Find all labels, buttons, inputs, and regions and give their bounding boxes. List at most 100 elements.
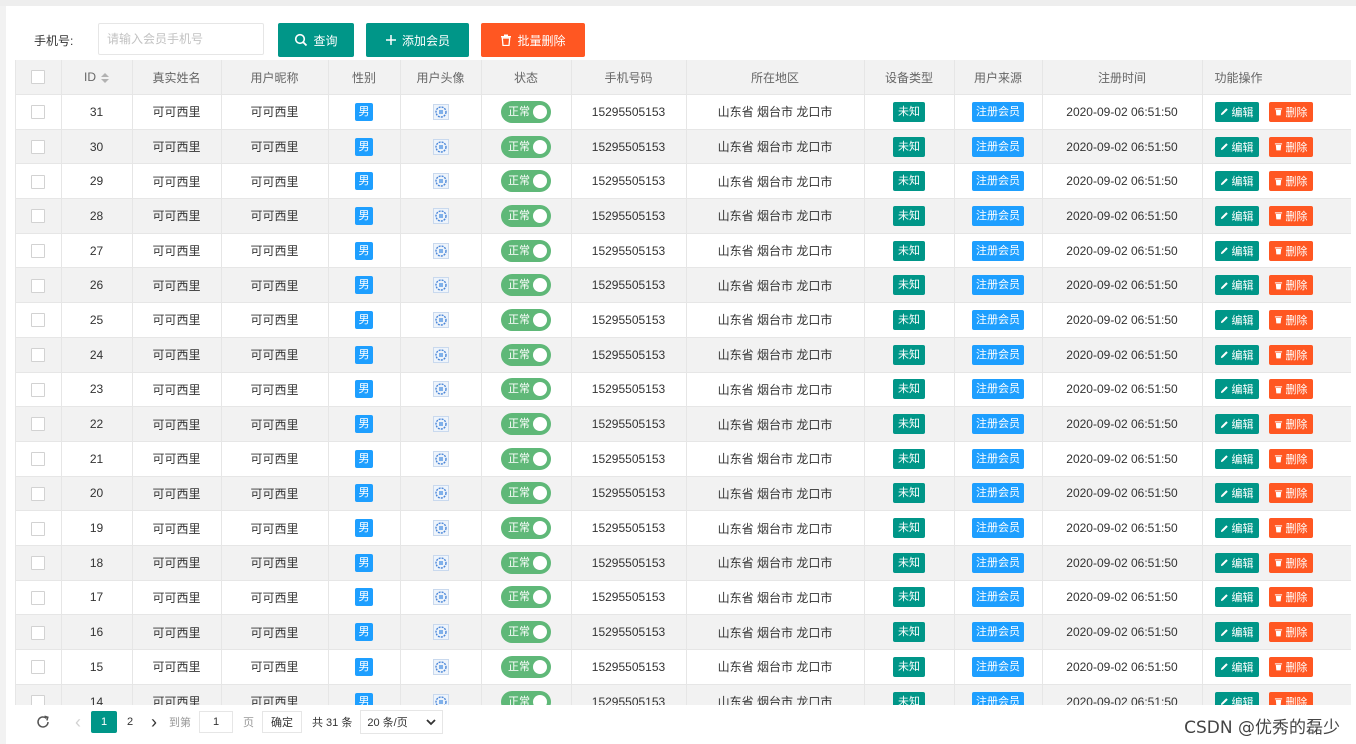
status-toggle[interactable]: 正常	[501, 551, 551, 574]
row-select-cell[interactable]	[16, 545, 62, 581]
row-checkbox[interactable]	[31, 417, 46, 432]
status-toggle[interactable]: 正常	[501, 447, 551, 470]
header-id[interactable]: ID	[61, 60, 133, 95]
status-toggle[interactable]: 正常	[501, 135, 551, 158]
batch-delete-button[interactable]: 批量删除	[481, 23, 585, 57]
row-select-cell[interactable]	[16, 476, 62, 512]
prev-page-button[interactable]: ‹	[71, 712, 85, 732]
row-checkbox[interactable]	[31, 486, 46, 501]
select-all-cell[interactable]	[16, 60, 62, 95]
delete-button[interactable]: 删除	[1268, 171, 1313, 192]
select-all-checkbox[interactable]	[31, 70, 46, 85]
delete-button[interactable]: 删除	[1268, 240, 1313, 261]
delete-button[interactable]: 删除	[1268, 552, 1313, 573]
row-select-cell[interactable]	[16, 337, 62, 373]
edit-button[interactable]: 编辑	[1214, 171, 1259, 192]
page-2-button[interactable]: 2	[117, 711, 143, 733]
status-toggle[interactable]: 正常	[501, 413, 551, 436]
goto-page-input[interactable]	[199, 711, 233, 733]
status-toggle[interactable]: 正常	[501, 690, 551, 705]
status-toggle[interactable]: 正常	[501, 482, 551, 505]
row-checkbox[interactable]	[31, 139, 46, 154]
sort-icon[interactable]	[101, 72, 109, 83]
row-checkbox[interactable]	[31, 382, 46, 397]
row-select-cell[interactable]	[16, 684, 62, 705]
edit-button[interactable]: 编辑	[1214, 691, 1259, 705]
status-toggle[interactable]: 正常	[501, 586, 551, 609]
delete-button[interactable]: 删除	[1268, 518, 1313, 539]
row-select-cell[interactable]	[16, 406, 62, 442]
delete-button[interactable]: 删除	[1268, 275, 1313, 296]
phone-search-input[interactable]	[98, 23, 264, 55]
delete-button[interactable]: 删除	[1268, 622, 1313, 643]
edit-button[interactable]: 编辑	[1214, 379, 1259, 400]
status-toggle[interactable]: 正常	[501, 655, 551, 678]
delete-button[interactable]: 删除	[1268, 691, 1313, 705]
row-checkbox[interactable]	[31, 625, 46, 640]
row-select-cell[interactable]	[16, 302, 62, 338]
search-button[interactable]: 查询	[278, 23, 354, 57]
row-select-cell[interactable]	[16, 267, 62, 304]
delete-button[interactable]: 删除	[1268, 448, 1313, 469]
status-toggle[interactable]: 正常	[501, 621, 551, 644]
delete-button[interactable]: 删除	[1268, 309, 1313, 330]
row-checkbox[interactable]	[31, 209, 46, 224]
edit-button[interactable]: 编辑	[1214, 656, 1259, 677]
row-select-cell[interactable]	[16, 510, 62, 546]
row-checkbox[interactable]	[31, 313, 46, 328]
per-page-select[interactable]: 20 条/页	[360, 710, 443, 734]
next-page-button[interactable]: ›	[147, 712, 161, 732]
status-toggle[interactable]: 正常	[501, 204, 551, 227]
goto-confirm-button[interactable]: 确定	[262, 711, 302, 733]
edit-button[interactable]: 编辑	[1214, 587, 1259, 608]
status-toggle[interactable]: 正常	[501, 517, 551, 540]
row-select-cell[interactable]	[16, 649, 62, 685]
edit-button[interactable]: 编辑	[1214, 101, 1259, 122]
delete-button[interactable]: 删除	[1268, 101, 1313, 122]
page-1-button[interactable]: 1	[91, 711, 117, 733]
row-checkbox[interactable]	[31, 521, 46, 536]
refresh-button[interactable]	[33, 712, 53, 732]
edit-button[interactable]: 编辑	[1214, 309, 1259, 330]
delete-button[interactable]: 删除	[1268, 587, 1313, 608]
row-select-cell[interactable]	[16, 94, 62, 130]
delete-button[interactable]: 删除	[1268, 656, 1313, 677]
row-checkbox[interactable]	[31, 660, 46, 675]
row-checkbox[interactable]	[31, 105, 46, 120]
edit-button[interactable]: 编辑	[1214, 240, 1259, 261]
row-select-cell[interactable]	[16, 198, 62, 234]
row-checkbox[interactable]	[31, 278, 46, 293]
row-checkbox[interactable]	[31, 452, 46, 467]
delete-button[interactable]: 删除	[1268, 344, 1313, 365]
status-toggle[interactable]: 正常	[501, 239, 551, 262]
row-checkbox[interactable]	[31, 556, 46, 571]
delete-button[interactable]: 删除	[1268, 136, 1313, 157]
edit-button[interactable]: 编辑	[1214, 622, 1259, 643]
edit-button[interactable]: 编辑	[1214, 136, 1259, 157]
row-select-cell[interactable]	[16, 129, 62, 165]
row-checkbox[interactable]	[31, 694, 46, 705]
status-toggle[interactable]: 正常	[501, 378, 551, 401]
row-select-cell[interactable]	[16, 163, 62, 200]
status-toggle[interactable]: 正常	[501, 274, 551, 297]
edit-button[interactable]: 编辑	[1214, 344, 1259, 365]
delete-button[interactable]: 删除	[1268, 379, 1313, 400]
edit-button[interactable]: 编辑	[1214, 414, 1259, 435]
edit-button[interactable]: 编辑	[1214, 483, 1259, 504]
row-select-cell[interactable]	[16, 580, 62, 616]
status-toggle[interactable]: 正常	[501, 308, 551, 331]
delete-button[interactable]: 删除	[1268, 414, 1313, 435]
row-checkbox[interactable]	[31, 348, 46, 363]
status-toggle[interactable]: 正常	[501, 100, 551, 123]
row-checkbox[interactable]	[31, 174, 46, 189]
edit-button[interactable]: 编辑	[1214, 275, 1259, 296]
edit-button[interactable]: 编辑	[1214, 552, 1259, 573]
row-select-cell[interactable]	[16, 233, 62, 269]
delete-button[interactable]: 删除	[1268, 483, 1313, 504]
row-checkbox[interactable]	[31, 590, 46, 605]
delete-button[interactable]: 删除	[1268, 205, 1313, 226]
row-select-cell[interactable]	[16, 614, 62, 650]
edit-button[interactable]: 编辑	[1214, 518, 1259, 539]
edit-button[interactable]: 编辑	[1214, 205, 1259, 226]
status-toggle[interactable]: 正常	[501, 170, 551, 193]
